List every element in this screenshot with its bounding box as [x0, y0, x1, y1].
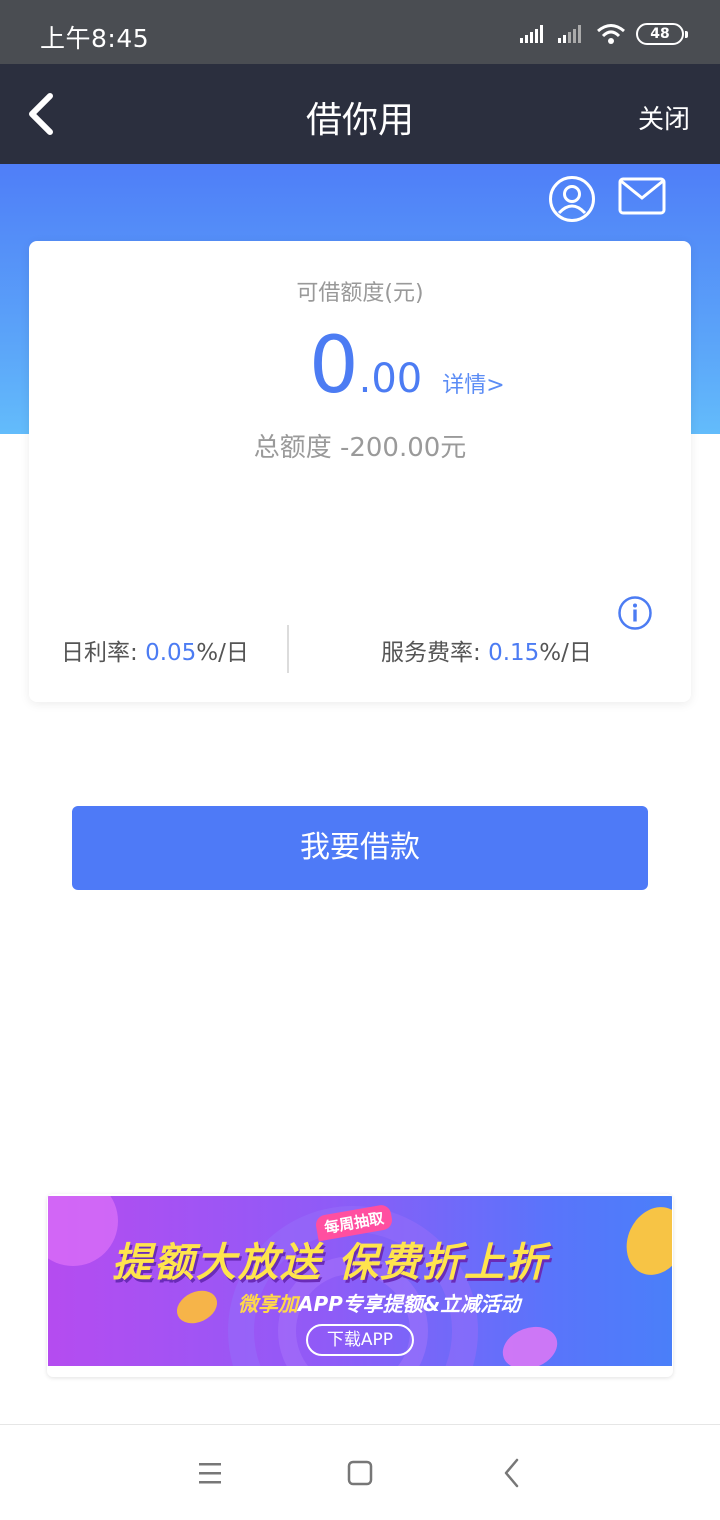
home-icon[interactable]: [340, 1455, 380, 1491]
battery-icon: 48: [636, 23, 688, 45]
amount-decimal: .00: [358, 356, 423, 402]
status-time: 上午8:45: [40, 24, 150, 53]
system-nav-bar: [0, 1424, 720, 1520]
signal-icon: [520, 25, 543, 43]
daily-rate-value: 0.05: [145, 640, 197, 666]
service-rate-label: 服务费率:: [381, 640, 481, 666]
daily-rate-unit: %/日: [196, 640, 249, 666]
daily-rate-label: 日利率:: [61, 640, 138, 666]
info-icon[interactable]: [617, 595, 653, 631]
banner-subtitle: 微享加APP专享提额&立减活动: [238, 1288, 520, 1317]
banner-blob-decoration: [171, 1284, 223, 1330]
available-amount: 0 .00 详情>: [309, 321, 505, 411]
service-rate-value: 0.15: [488, 640, 540, 666]
close-button[interactable]: 关闭: [638, 99, 690, 136]
back-icon[interactable]: [492, 1455, 532, 1491]
status-icons: 48: [520, 20, 688, 48]
status-bar: 上午8:45 48: [0, 0, 720, 64]
banner-headline: 提额大放送 保费折上折: [112, 1240, 548, 1286]
mail-icon[interactable]: [618, 176, 666, 216]
banner-subtitle-highlight: 微享加: [238, 1292, 298, 1316]
promo-banner[interactable]: 每周抽取 提额大放送 保费折上折 微享加APP专享提额&立减活动 下载APP: [47, 1194, 673, 1377]
banner-blob-decoration: [48, 1196, 118, 1266]
nav-bar: 借你用 关闭: [0, 64, 720, 164]
divider: [287, 625, 289, 673]
banner-blob-decoration: [496, 1319, 564, 1366]
borrow-button[interactable]: 我要借款: [72, 806, 648, 890]
service-rate-unit: %/日: [539, 640, 592, 666]
page-title: 借你用: [305, 100, 414, 141]
user-profile-icon[interactable]: [548, 175, 596, 223]
service-fee-rate: 服务费率: 0.15%/日: [381, 633, 592, 667]
details-link[interactable]: 详情>: [442, 367, 504, 399]
quota-card: 可借额度(元) 0 .00 详情> 总额度 -200.00元 日利率: 0.05…: [29, 241, 691, 702]
signal-2-icon: [558, 25, 581, 43]
total-quota: 总额度 -200.00元: [253, 433, 467, 463]
daily-interest-rate: 日利率: 0.05%/日: [61, 633, 249, 667]
available-quota-label: 可借额度(元): [296, 281, 424, 306]
amount-integer: 0: [309, 321, 359, 411]
download-app-button[interactable]: 下载APP: [306, 1324, 414, 1356]
banner-subtitle-text: APP专享提额&立减活动: [298, 1292, 521, 1316]
promo-banner-image: 每周抽取 提额大放送 保费折上折 微享加APP专享提额&立减活动 下载APP: [48, 1196, 672, 1366]
menu-icon[interactable]: [190, 1455, 230, 1491]
banner-blob-decoration: [615, 1197, 672, 1285]
wifi-icon: [597, 24, 625, 44]
